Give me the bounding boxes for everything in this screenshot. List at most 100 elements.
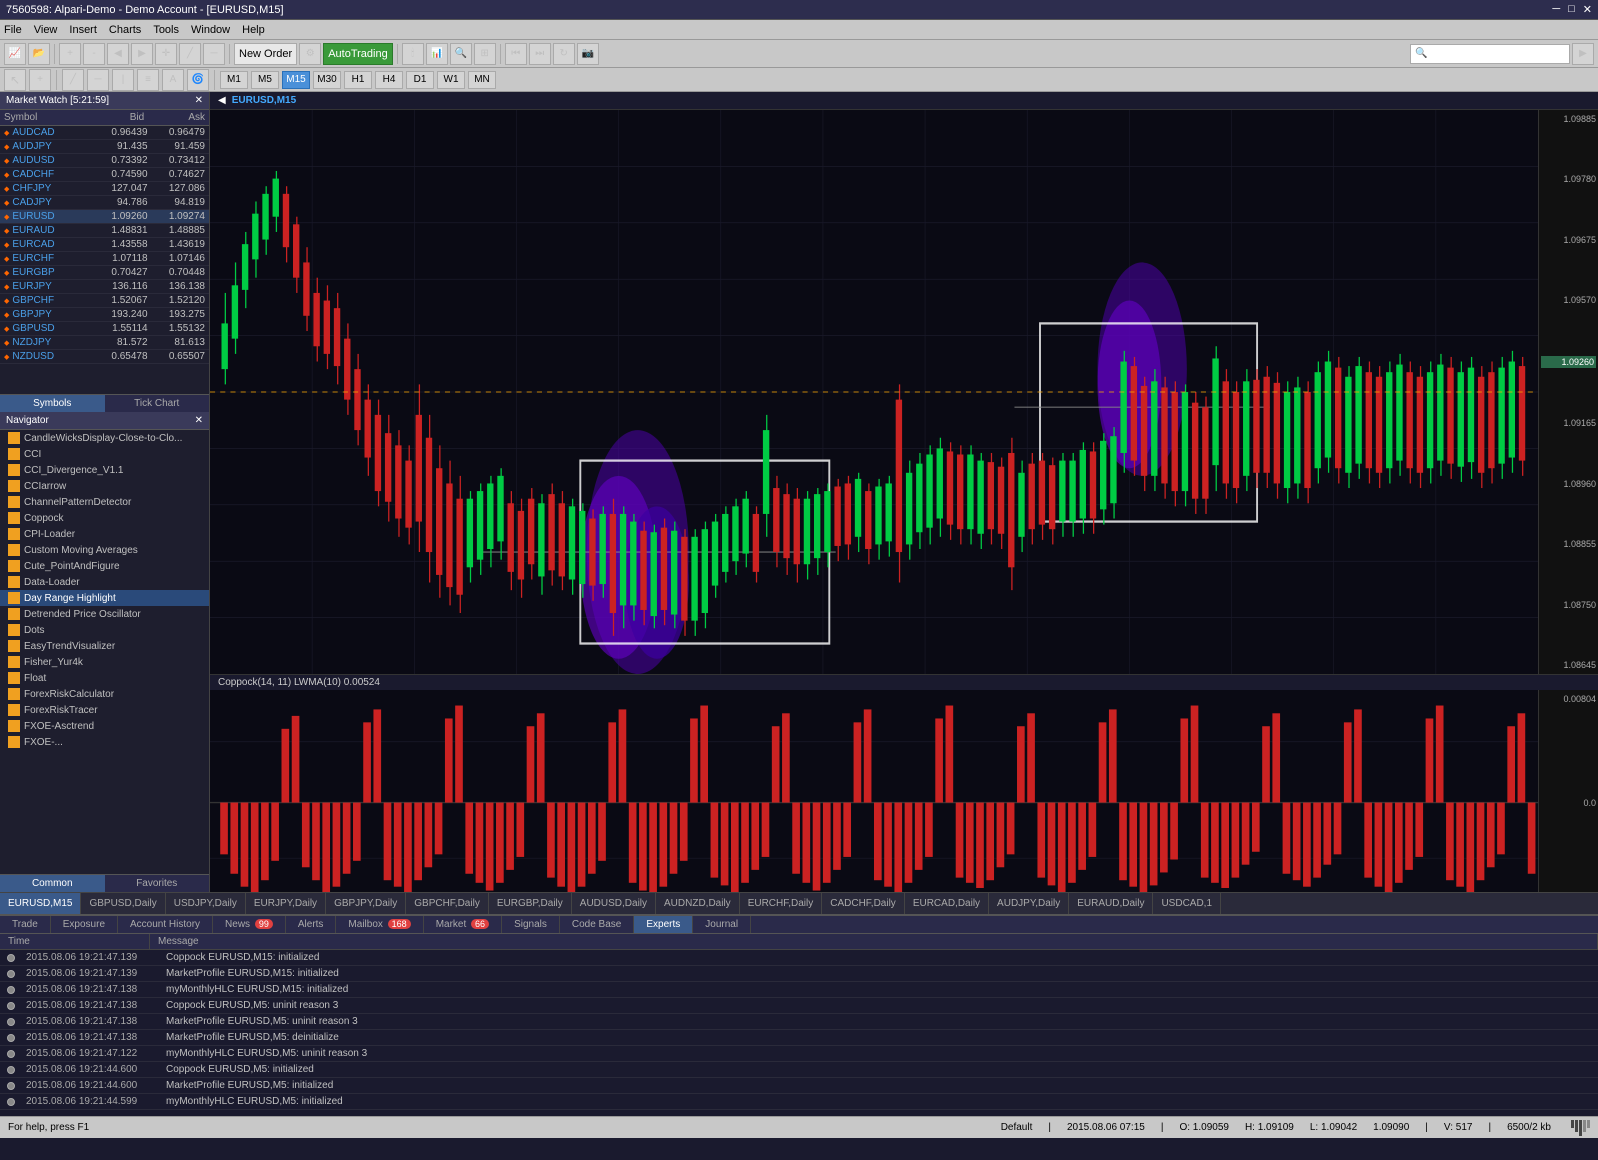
nav-item[interactable]: CandleWicksDisplay-Close-to-Clo... [0, 430, 209, 446]
terminal-tab-account-history[interactable]: Account History [118, 916, 213, 933]
fib-tool[interactable]: 🌀 [187, 69, 209, 91]
terminal-row[interactable]: 2015.08.06 19:21:47.138 MarketProfile EU… [0, 1030, 1598, 1046]
line-btn[interactable]: ╱ [179, 43, 201, 65]
mw-row[interactable]: AUDJPY 91.435 91.459 [0, 140, 209, 154]
nav-close-icon[interactable]: ✕ [195, 415, 203, 426]
nav-item[interactable]: CCI [0, 446, 209, 462]
mw-row[interactable]: GBPCHF 1.52067 1.52120 [0, 294, 209, 308]
mw-row[interactable]: GBPUSD 1.55114 1.55132 [0, 322, 209, 336]
nav-item[interactable]: Coppock [0, 510, 209, 526]
coppock-chart[interactable] [210, 690, 1538, 892]
hline-tool[interactable]: ─ [87, 69, 109, 91]
menu-view[interactable]: View [34, 24, 58, 36]
screenshot-btn[interactable]: 📷 [577, 43, 599, 65]
mw-row[interactable]: EURGBP 0.70427 0.70448 [0, 266, 209, 280]
line-tool[interactable]: ╱ [62, 69, 84, 91]
mw-tab-symbols[interactable]: Symbols [0, 395, 105, 412]
mw-row[interactable]: EURJPY 136.116 136.138 [0, 280, 209, 294]
nav-item[interactable]: CCIarrow [0, 478, 209, 494]
back-btn[interactable]: ⏮ [505, 43, 527, 65]
maximize-btn[interactable]: □ [1568, 3, 1575, 16]
tf-d1[interactable]: D1 [406, 71, 434, 89]
mw-tab-tickchart[interactable]: Tick Chart [105, 395, 210, 412]
tf-m5[interactable]: M5 [251, 71, 279, 89]
nav-tab-common[interactable]: Common [0, 875, 105, 892]
menu-tools[interactable]: Tools [153, 24, 179, 36]
mw-row[interactable]: AUDUSD 0.73392 0.73412 [0, 154, 209, 168]
terminal-row[interactable]: 2015.08.06 19:21:44.600 Coppock EURUSD,M… [0, 1062, 1598, 1078]
terminal-row[interactable]: 2015.08.06 19:21:47.122 myMonthlyHLC EUR… [0, 1046, 1598, 1062]
new-chart-btn[interactable]: 📈 [4, 43, 26, 65]
crosshair-btn[interactable]: ✛ [155, 43, 177, 65]
chart-tab-eurusd-m15[interactable]: EURUSD,M15 [0, 893, 81, 915]
menu-file[interactable]: File [4, 24, 22, 36]
text-tool[interactable]: A [162, 69, 184, 91]
main-chart[interactable] [210, 110, 1538, 674]
zoom-out-btn[interactable]: - [83, 43, 105, 65]
crosshair-tool[interactable]: + [29, 69, 51, 91]
terminal-tab-exposure[interactable]: Exposure [51, 916, 118, 933]
mw-row[interactable]: CADCHF 0.74590 0.74627 [0, 168, 209, 182]
terminal-tab-alerts[interactable]: Alerts [286, 916, 337, 933]
menu-insert[interactable]: Insert [69, 24, 97, 36]
terminal-tab-codebase[interactable]: Code Base [560, 916, 634, 933]
terminal-row[interactable]: 2015.08.06 19:21:47.138 myMonthlyHLC EUR… [0, 982, 1598, 998]
minimize-btn[interactable]: ─ [1552, 3, 1560, 16]
vline-tool[interactable]: | [112, 69, 134, 91]
nav-item[interactable]: FXOE-Asctrend [0, 718, 209, 734]
chart-type-btn[interactable]: 🕯 [402, 43, 424, 65]
terminal-tab-market[interactable]: Market 66 [424, 916, 502, 933]
mw-row[interactable]: NZDUSD 0.65478 0.65507 [0, 350, 209, 364]
hline-btn[interactable]: ─ [203, 43, 225, 65]
new-order-btn[interactable]: New Order [234, 43, 297, 65]
nav-tab-favorites[interactable]: Favorites [105, 875, 210, 892]
nav-item[interactable]: ChannelPatternDetector [0, 494, 209, 510]
terminal-tab-signals[interactable]: Signals [502, 916, 560, 933]
terminal-row[interactable]: 2015.08.06 19:21:44.599 myMonthlyHLC EUR… [0, 1094, 1598, 1110]
auto-trading-btn[interactable]: AutoTrading [323, 43, 393, 65]
chart-tab-audnzd-daily[interactable]: AUDNZD,Daily [656, 893, 740, 915]
nav-item[interactable]: CCI_Divergence_V1.1 [0, 462, 209, 478]
refresh-btn[interactable]: ↻ [553, 43, 575, 65]
mw-row[interactable]: EURCHF 1.07118 1.07146 [0, 252, 209, 266]
chart-tab-eurcad-daily[interactable]: EURCAD,Daily [905, 893, 989, 915]
chart-tab-eurchf-daily[interactable]: EURCHF,Daily [740, 893, 823, 915]
nav-item[interactable]: Dots [0, 622, 209, 638]
nav-item[interactable]: CPI-Loader [0, 526, 209, 542]
terminal-tab-experts[interactable]: Experts [634, 916, 693, 933]
channel-tool[interactable]: ≡ [137, 69, 159, 91]
nav-item[interactable]: EasyTrendVisualizer [0, 638, 209, 654]
menu-help[interactable]: Help [242, 24, 265, 36]
indicators-btn[interactable]: 📊 [426, 43, 448, 65]
search-box[interactable]: 🔍 [1410, 44, 1570, 64]
terminal-row[interactable]: 2015.08.06 19:21:47.138 MarketProfile EU… [0, 1014, 1598, 1030]
terminal-tab-trade[interactable]: Trade [0, 916, 51, 933]
mw-close-icon[interactable]: ✕ [195, 95, 203, 106]
tf-h4[interactable]: H4 [375, 71, 403, 89]
terminal-tab-news[interactable]: News 99 [213, 916, 286, 933]
chart-tab-gbpchf-daily[interactable]: GBPCHF,Daily [406, 893, 489, 915]
nav-item[interactable]: ForexRiskCalculator [0, 686, 209, 702]
terminal-row[interactable]: 2015.08.06 19:21:47.138 Coppock EURUSD,M… [0, 998, 1598, 1014]
nav-item[interactable]: ForexRiskTracer [0, 702, 209, 718]
scroll-right-btn[interactable]: ▶ [131, 43, 153, 65]
chart-tab-gbpjpy-daily[interactable]: GBPJPY,Daily [326, 893, 406, 915]
chart-tab-gbpusd-daily[interactable]: GBPUSD,Daily [81, 893, 165, 915]
nav-item[interactable]: FXOE-... [0, 734, 209, 750]
mw-row[interactable]: NZDJPY 81.572 81.613 [0, 336, 209, 350]
chart-tab-cadchf-daily[interactable]: CADCHF,Daily [822, 893, 905, 915]
nav-item[interactable]: Fisher_Yur4k [0, 654, 209, 670]
terminal-row[interactable]: 2015.08.06 19:21:44.600 MarketProfile EU… [0, 1078, 1598, 1094]
menu-window[interactable]: Window [191, 24, 230, 36]
open-btn[interactable]: 📂 [28, 43, 50, 65]
chart-tab-euraud-daily[interactable]: EURAUD,Daily [1069, 893, 1153, 915]
terminal-tab-mailbox[interactable]: Mailbox 168 [336, 916, 423, 933]
nav-item[interactable]: Cute_PointAndFigure [0, 558, 209, 574]
mw-row[interactable]: CADJPY 94.786 94.819 [0, 196, 209, 210]
terminal-row[interactable]: 2015.08.06 19:21:47.139 Coppock EURUSD,M… [0, 950, 1598, 966]
pointer-tool[interactable]: ↖ [4, 69, 26, 91]
chart-tab-eurjpy-daily[interactable]: EURJPY,Daily [246, 893, 326, 915]
nav-item[interactable]: Custom Moving Averages [0, 542, 209, 558]
tf-mn[interactable]: MN [468, 71, 496, 89]
zoom-btn[interactable]: 🔍 [450, 43, 472, 65]
